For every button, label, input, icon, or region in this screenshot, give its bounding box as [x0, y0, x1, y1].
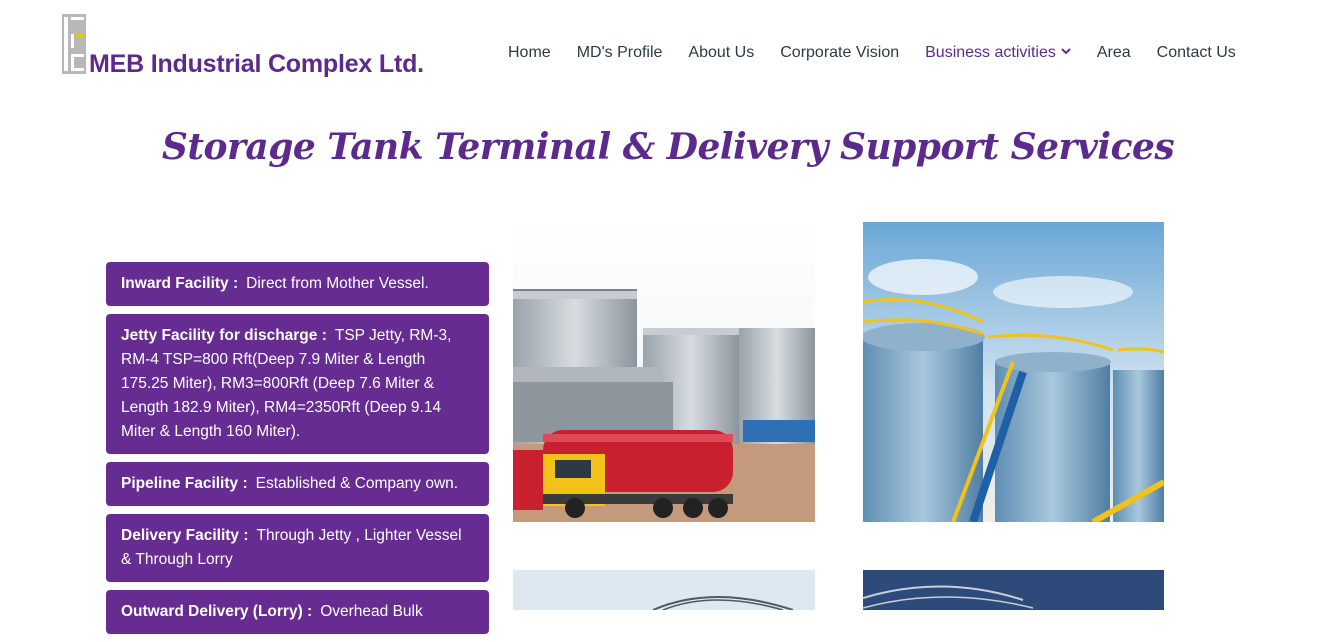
photo-blue-storage-tanks	[863, 222, 1164, 522]
main-nav: Home MD's Profile About Us Corporate Vis…	[495, 44, 1249, 62]
photo-tank-top	[863, 570, 1164, 610]
facility-text: Overhead Bulk	[320, 603, 423, 620]
facility-label: Inward Facility :	[121, 275, 239, 292]
facility-label: Delivery Facility :	[121, 527, 249, 544]
nav-business-activities-label: Business activities	[925, 44, 1056, 61]
logo-text: MEB Industrial Complex Ltd.	[89, 50, 424, 78]
nav-corporate-vision[interactable]: Corporate Vision	[780, 44, 899, 62]
facility-item-delivery: Delivery Facility : Through Jetty , Light…	[106, 514, 489, 582]
facility-label: Jetty Facility for discharge :	[121, 327, 327, 344]
facility-item-outward: Outward Delivery (Lorry) : Overhead Bulk	[106, 590, 489, 634]
facility-text: Established & Company own.	[255, 475, 459, 492]
site-header: MEB Industrial Complex Ltd. Home MD's Pr…	[0, 0, 1336, 110]
facility-item-jetty: Jetty Facility for discharge : TSP Jetty,…	[106, 314, 489, 454]
nav-area[interactable]: Area	[1097, 44, 1131, 62]
site-logo[interactable]: MEB Industrial Complex Ltd.	[62, 14, 424, 78]
nav-business-activities[interactable]: Business activities	[925, 44, 1071, 62]
facility-label: Outward Delivery (Lorry) :	[121, 603, 313, 620]
facility-label: Pipeline Facility :	[121, 475, 248, 492]
nav-about-us[interactable]: About Us	[688, 44, 754, 62]
photo-tank-structure	[513, 570, 815, 610]
facility-item-pipeline: Pipeline Facility : Established & Company…	[106, 462, 489, 506]
nav-home[interactable]: Home	[508, 44, 551, 62]
nav-contact-us[interactable]: Contact Us	[1157, 44, 1236, 62]
facility-text: Direct from Mother Vessel.	[246, 275, 429, 292]
facility-list: Inward Facility : Direct from Mother Vess…	[106, 262, 489, 642]
nav-md-profile[interactable]: MD's Profile	[577, 44, 663, 62]
page-title: Storage Tank Terminal & Delivery Support…	[161, 126, 1175, 168]
photo-storage-tanks-truck	[513, 222, 815, 522]
chevron-down-icon	[1061, 48, 1071, 55]
facility-item-inward: Inward Facility : Direct from Mother Vess…	[106, 262, 489, 306]
logo-mark-icon	[62, 14, 86, 74]
